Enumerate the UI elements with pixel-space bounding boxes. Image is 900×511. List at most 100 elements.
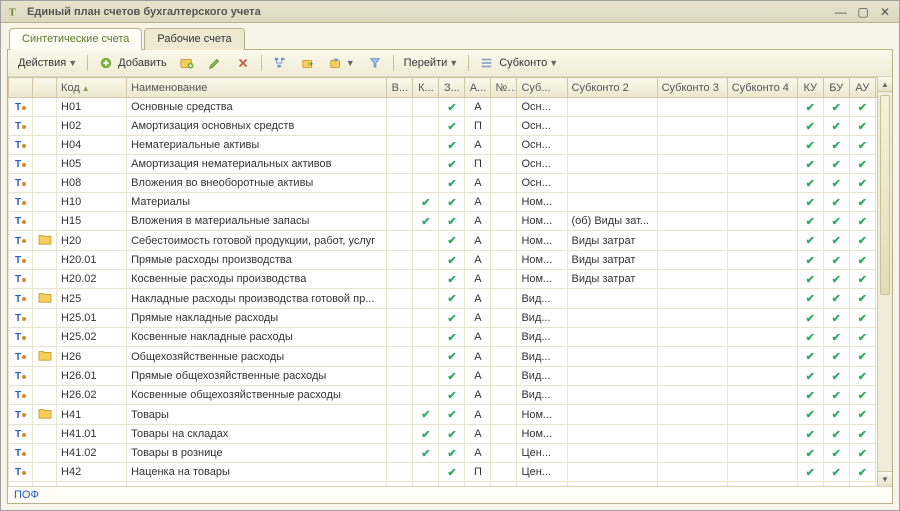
- table-row[interactable]: TН04Нематериальные активы✔АОсн...✔✔✔: [9, 136, 892, 155]
- check-icon: ✔: [832, 255, 841, 267]
- cell-a: А: [465, 367, 491, 386]
- col-a[interactable]: А...: [465, 78, 491, 98]
- cell-name: Амортизация нематериальных активов: [127, 155, 387, 174]
- scroll-thumb[interactable]: [880, 95, 890, 295]
- filter-button[interactable]: ▼: [324, 53, 359, 73]
- actions-menu[interactable]: Действия▼: [14, 55, 81, 71]
- col-au[interactable]: АУ: [849, 78, 875, 98]
- check-icon: ✔: [832, 274, 841, 286]
- status-bar: ПОФ: [8, 486, 892, 503]
- cell-a: А: [465, 405, 491, 425]
- account-icon: T: [15, 102, 26, 113]
- table-row[interactable]: TН01Основные средства✔АОсн...✔✔✔: [9, 98, 892, 117]
- cell-name: Накладные расходы производства готовой п…: [127, 289, 387, 309]
- check-icon: ✔: [832, 390, 841, 402]
- col-code[interactable]: Код▲: [57, 78, 127, 98]
- tree-icon: [272, 55, 288, 71]
- table-row[interactable]: TН08Вложения во внеоборотные активы✔АОсн…: [9, 174, 892, 193]
- col-k[interactable]: К...: [413, 78, 439, 98]
- table-row[interactable]: TН15Вложения в материальные запасы✔✔АНом…: [9, 212, 892, 231]
- tab-working-accounts[interactable]: Рабочие счета: [144, 28, 244, 50]
- col-sub2[interactable]: Субконто 2: [567, 78, 657, 98]
- table-row[interactable]: TН41.02Товары в рознице✔✔АЦен...✔✔✔: [9, 444, 892, 463]
- cell-a: А: [465, 328, 491, 347]
- check-icon: ✔: [832, 486, 841, 487]
- goto-menu[interactable]: Перейти▼: [400, 55, 463, 71]
- account-icon: T: [15, 313, 26, 324]
- cell-sub1: Ном...: [517, 425, 567, 444]
- check-icon: ✔: [447, 448, 456, 460]
- check-icon: ✔: [858, 197, 867, 209]
- account-icon: T: [15, 121, 26, 132]
- hierarchy-button[interactable]: [268, 53, 292, 73]
- cell-name: Косвенные общехозяйственные расходы: [127, 386, 387, 405]
- add-folder-button[interactable]: [175, 53, 199, 73]
- cell-code: Н01: [57, 98, 127, 117]
- col-bu[interactable]: БУ: [823, 78, 849, 98]
- scroll-down-button[interactable]: ▼: [878, 471, 892, 486]
- cell-a: А: [465, 251, 491, 270]
- table-row[interactable]: TН02Амортизация основных средств✔ПОсн...…: [9, 117, 892, 136]
- check-icon: ✔: [858, 159, 867, 171]
- table-row[interactable]: TН25Накладные расходы производства готов…: [9, 289, 892, 309]
- subconto-menu[interactable]: Субконто▼: [475, 53, 562, 73]
- col-ku[interactable]: КУ: [797, 78, 823, 98]
- table-row[interactable]: TН41.01Товары на складах✔✔АНом...✔✔✔: [9, 425, 892, 444]
- table-row[interactable]: TН25.01Прямые накладные расходы✔АВид...✔…: [9, 309, 892, 328]
- cell-sub2: [567, 405, 657, 425]
- check-icon: ✔: [447, 102, 456, 114]
- col-rowicon[interactable]: [9, 78, 33, 98]
- vertical-scrollbar[interactable]: ▲ ▼: [877, 77, 892, 486]
- table-row[interactable]: TН10Материалы✔✔АНом...✔✔✔: [9, 193, 892, 212]
- window: T Единый план счетов бухгалтерского учет…: [0, 0, 900, 511]
- table-row[interactable]: TН26.02Косвенные общехозяйственные расхо…: [9, 386, 892, 405]
- table-row[interactable]: TН05Амортизация нематериальных активов✔П…: [9, 155, 892, 174]
- table-row[interactable]: TН43Готовая продукция✔✔АНом...✔✔✔: [9, 482, 892, 487]
- cell-sub1: Осн...: [517, 174, 567, 193]
- check-icon: ✔: [421, 486, 430, 487]
- add-button[interactable]: Добавить: [94, 53, 171, 73]
- table-row[interactable]: TН20Себестоимость готовой продукции, раб…: [9, 231, 892, 251]
- col-sub3[interactable]: Субконто 3: [657, 78, 727, 98]
- col-v[interactable]: В...: [387, 78, 413, 98]
- cell-a: П: [465, 463, 491, 482]
- table-row[interactable]: TН26Общехозяйственные расходы✔АВид...✔✔✔: [9, 347, 892, 367]
- clear-filter-button[interactable]: [363, 53, 387, 73]
- check-icon: ✔: [447, 313, 456, 325]
- col-sub4[interactable]: Субконто 4: [727, 78, 797, 98]
- check-icon: ✔: [806, 159, 815, 171]
- close-button[interactable]: ✕: [877, 5, 893, 19]
- check-icon: ✔: [858, 293, 867, 305]
- maximize-button[interactable]: ▢: [855, 5, 871, 19]
- table-row[interactable]: TН25.02Косвенные накладные расходы✔АВид.…: [9, 328, 892, 347]
- delete-button[interactable]: [231, 53, 255, 73]
- cell-a: А: [465, 174, 491, 193]
- edit-button[interactable]: [203, 53, 227, 73]
- col-name[interactable]: Наименование: [127, 78, 387, 98]
- cell-sub1: Вид...: [517, 347, 567, 367]
- titlebar[interactable]: T Единый план счетов бухгалтерского учет…: [1, 1, 899, 23]
- cell-a: А: [465, 193, 491, 212]
- scroll-up-button[interactable]: ▲: [878, 77, 892, 92]
- table-row[interactable]: TН20.01Прямые расходы производства✔АНом.…: [9, 251, 892, 270]
- table-row[interactable]: TН41Товары✔✔АНом...✔✔✔: [9, 405, 892, 425]
- cell-sub2: [567, 425, 657, 444]
- table-row[interactable]: TН20.02Косвенные расходы производства✔АН…: [9, 270, 892, 289]
- table-row[interactable]: TН26.01Прямые общехозяйственные расходы✔…: [9, 367, 892, 386]
- cell-code: Н42: [57, 463, 127, 482]
- check-icon: ✔: [806, 255, 815, 267]
- col-sub1[interactable]: Суб...: [517, 78, 567, 98]
- check-icon: ✔: [447, 332, 456, 344]
- minimize-button[interactable]: —: [833, 5, 849, 19]
- table-row[interactable]: TН42Наценка на товары✔ПЦен...✔✔✔: [9, 463, 892, 482]
- cell-name: Наценка на товары: [127, 463, 387, 482]
- cross-icon: [235, 55, 251, 71]
- check-icon: ✔: [447, 467, 456, 479]
- col-folder[interactable]: [33, 78, 57, 98]
- tab-synthetic-accounts[interactable]: Синтетические счета: [9, 28, 142, 50]
- check-icon: ✔: [806, 274, 815, 286]
- grid[interactable]: Код▲ Наименование В... К... З... А... №.…: [8, 77, 892, 486]
- col-n[interactable]: №..: [491, 78, 517, 98]
- col-z[interactable]: З...: [439, 78, 465, 98]
- move-button[interactable]: [296, 53, 320, 73]
